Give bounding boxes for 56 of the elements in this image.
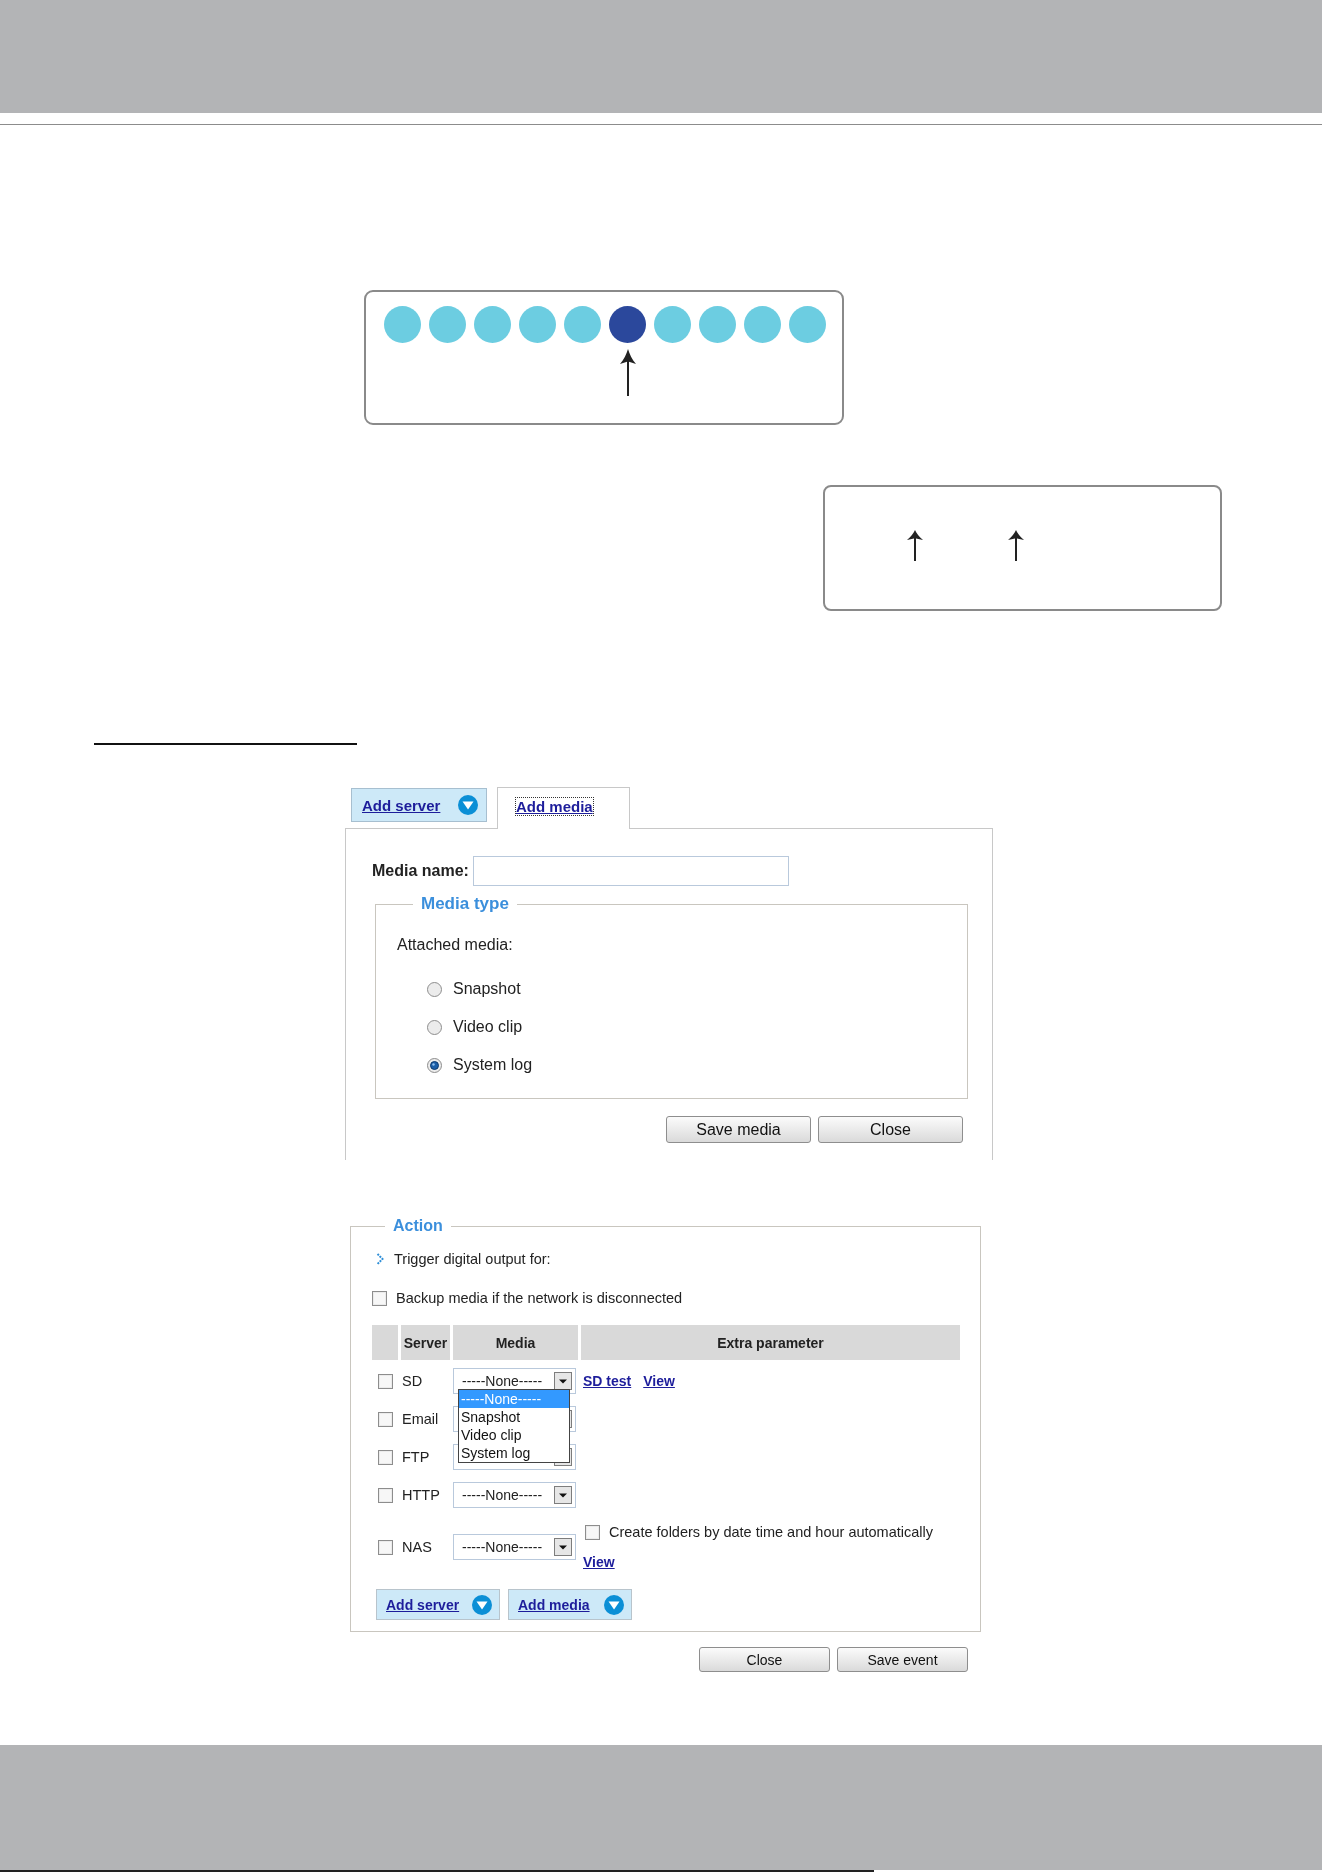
- field-label: Media name:: [372, 862, 469, 880]
- checkbox[interactable]: [377, 1539, 393, 1555]
- server-label: FTP: [401, 1449, 431, 1465]
- input-field[interactable]: [472, 856, 789, 886]
- radio-label: Snapshot: [453, 980, 521, 998]
- caret-icon: [554, 1372, 572, 1390]
- checkbox[interactable]: [377, 1449, 393, 1465]
- pointer-arrow: [1008, 530, 1024, 561]
- media-select[interactable]: -----None-----: [453, 1482, 576, 1508]
- server-label: SD: [401, 1373, 424, 1389]
- dialog-button[interactable]: Save event: [837, 1647, 968, 1672]
- link[interactable]: View: [583, 1554, 615, 1570]
- checkbox[interactable]: [377, 1487, 393, 1503]
- add-button[interactable]: Add media: [508, 1589, 632, 1620]
- group-legend: Action: [385, 1216, 451, 1236]
- pointer-arrow: [619, 349, 636, 396]
- dropdown-option[interactable]: Snapshot: [459, 1408, 569, 1426]
- add-button[interactable]: Add server: [376, 1589, 500, 1620]
- server-label: HTTP: [401, 1487, 441, 1503]
- column-header: Media: [453, 1325, 578, 1360]
- radio-button[interactable]: [427, 981, 442, 997]
- checkbox[interactable]: [372, 1290, 387, 1306]
- caret-icon: [554, 1486, 572, 1504]
- radio-button[interactable]: [427, 1019, 442, 1035]
- group-legend: Media type: [413, 894, 517, 914]
- chevron-icon: [376, 1253, 384, 1265]
- prompt-text: Attached media:: [397, 936, 514, 954]
- server-label: NAS: [401, 1539, 433, 1555]
- checkbox[interactable]: [377, 1411, 393, 1427]
- dialog-button[interactable]: Save media: [666, 1116, 811, 1143]
- dropdown-option[interactable]: Video clip: [459, 1426, 569, 1444]
- dialog-button[interactable]: Close: [818, 1116, 963, 1143]
- down-circle-icon: [472, 1594, 492, 1615]
- radio-label: Video clip: [453, 1018, 523, 1036]
- down-circle-icon: [604, 1594, 624, 1615]
- tab[interactable]: Add media: [497, 787, 630, 829]
- checkbox-label: Backup media if the network is disconnected: [396, 1290, 683, 1306]
- column-header: [372, 1325, 398, 1360]
- media-select[interactable]: -----None-----: [453, 1534, 576, 1560]
- dropdown-option[interactable]: System log: [459, 1444, 569, 1462]
- trigger-label: Trigger digital output for:: [394, 1251, 551, 1267]
- tab[interactable]: Add server: [351, 788, 487, 822]
- column-header: Extra parameter: [581, 1325, 960, 1360]
- column-header: Server: [401, 1325, 450, 1360]
- checkbox[interactable]: [377, 1373, 393, 1389]
- down-circle-icon: [458, 795, 478, 815]
- checkbox-label: Create folders by date time and hour automatically: [609, 1524, 933, 1540]
- pointer-arrow: [907, 530, 923, 561]
- radio-label: System log: [453, 1056, 533, 1074]
- link[interactable]: SD test: [583, 1373, 632, 1389]
- dialog-button[interactable]: Close: [699, 1647, 830, 1672]
- link[interactable]: View: [643, 1373, 675, 1389]
- caret-icon: [554, 1538, 572, 1556]
- server-label: Email: [401, 1411, 440, 1427]
- checkbox[interactable]: [585, 1524, 600, 1540]
- radio-button[interactable]: [427, 1057, 442, 1073]
